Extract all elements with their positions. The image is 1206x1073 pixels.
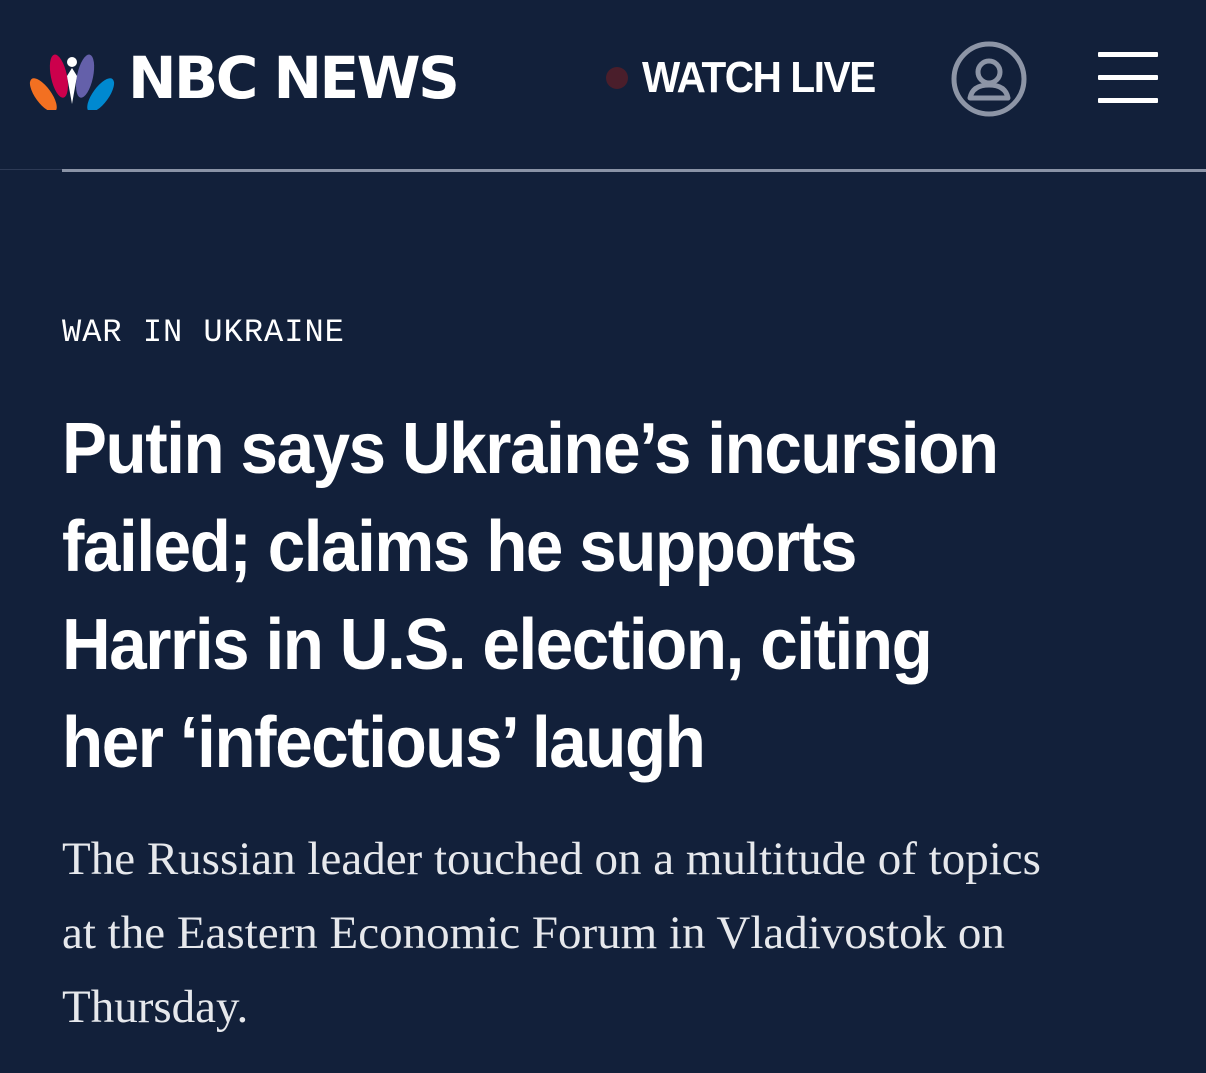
logo-wordmark: NBC NEWS [128,44,460,112]
watch-live-label: WATCH LIVE [642,53,876,102]
headline-line: her ‘infectious’ laugh [62,703,706,783]
dek-line: Thursday. [62,981,249,1033]
header-divider [62,169,1206,172]
hamburger-menu-icon [1098,52,1158,57]
nbc-peacock-icon [29,54,115,110]
site-header: NBC NEWS WATCH LIVE [0,0,1206,168]
menu-button[interactable] [1098,52,1158,104]
headline-line: Putin says Ukraine’s incursion [62,409,999,489]
dek-line: at the Eastern Economic Forum in Vladivo… [62,907,1005,959]
headline-line: Harris in U.S. election, citing [62,605,933,685]
nbc-news-logo[interactable]: NBC NEWS [28,44,460,112]
article-headline: Putin says Ukraine’s incursion failed; c… [62,400,1172,792]
user-account-icon [951,41,1027,117]
live-indicator-dot [606,67,628,89]
dek-line: The Russian leader touched on a multitud… [62,833,1041,885]
account-button[interactable] [950,40,1028,118]
article-dek: The Russian leader touched on a multitud… [62,822,1172,1044]
section-kicker[interactable]: WAR IN UKRAINE [62,314,345,351]
header-divider-left [0,169,62,170]
hamburger-menu-icon [1098,75,1158,80]
hamburger-menu-icon [1098,98,1158,103]
watch-live-button[interactable]: WATCH LIVE [606,52,895,104]
headline-line: failed; claims he supports [62,507,857,587]
